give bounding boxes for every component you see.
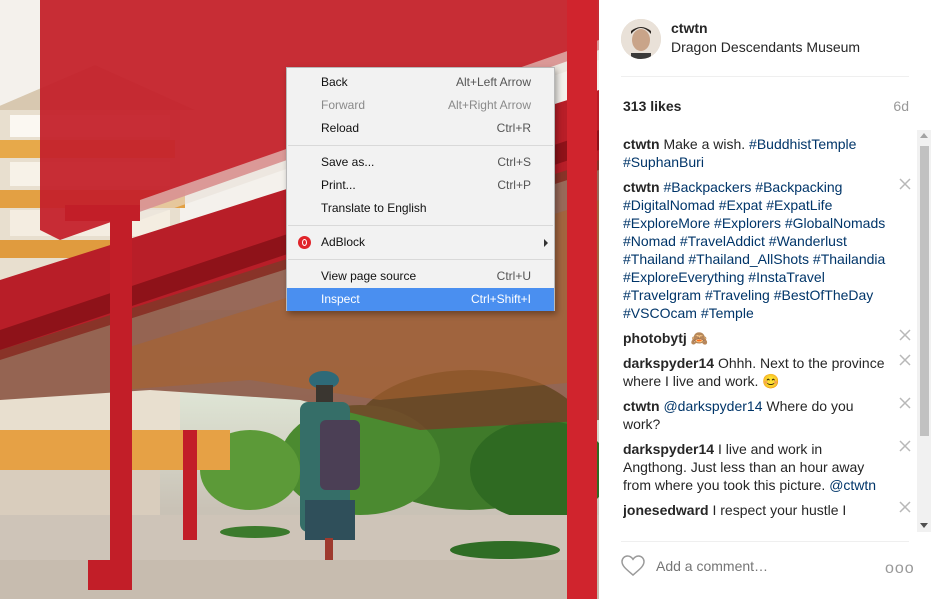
comment-item: ctwtn @darkspyder14 Where do you work?: [623, 397, 915, 433]
menu-item-forward: Forward Alt+Right Arrow: [287, 94, 554, 117]
comment-link[interactable]: #Thailand_AllShots: [688, 251, 809, 267]
menu-item-reload[interactable]: Reload Ctrl+R: [287, 117, 554, 140]
menu-item-label: Save as...: [321, 155, 375, 169]
comment-link[interactable]: #Thailand: [623, 251, 685, 267]
menu-item-label: Inspect: [321, 292, 360, 306]
more-options-button[interactable]: ooo: [885, 560, 915, 578]
comment-link[interactable]: #InstaTravel: [748, 269, 825, 285]
menu-item-label: Reload: [321, 121, 360, 135]
menu-item-shortcut: Ctrl+U: [496, 269, 531, 283]
post-username[interactable]: ctwtn: [671, 20, 708, 36]
comment-link[interactable]: @darkspyder14: [663, 398, 762, 414]
comments-scrollbar[interactable]: [917, 130, 931, 532]
comment-link[interactable]: #DigitalNomad: [623, 197, 715, 213]
comment-item: ctwtn Make a wish. #BuddhistTemple #Suph…: [623, 135, 915, 171]
comment-username[interactable]: darkspyder14: [623, 355, 714, 371]
menu-item-label: View page source: [321, 269, 417, 283]
menu-item-view-page-source[interactable]: View page source Ctrl+U: [287, 265, 554, 288]
comment-username[interactable]: photobytj: [623, 330, 687, 346]
menu-item-inspect[interactable]: Inspect Ctrl+Shift+I: [287, 288, 554, 311]
header-divider: [621, 76, 909, 77]
menu-item-shortcut: Ctrl+P: [497, 178, 531, 192]
comment-username[interactable]: jonesedward: [623, 502, 709, 518]
comment-item: jonesedward I respect your hustle I: [623, 501, 915, 519]
comment-username[interactable]: ctwtn: [623, 398, 660, 414]
heart-icon[interactable]: [621, 555, 645, 577]
comment-link[interactable]: #Temple: [701, 305, 754, 321]
scroll-thumb[interactable]: [920, 146, 929, 436]
footer-divider: [621, 541, 909, 542]
scroll-down-arrow-icon[interactable]: [920, 523, 928, 528]
comment-link[interactable]: #Explorers: [714, 215, 781, 231]
menu-item-save-as[interactable]: Save as... Ctrl+S: [287, 151, 554, 174]
comment-link[interactable]: #VSCOcam: [623, 305, 697, 321]
comment-item: darkspyder14 Ohhh. Next to the province …: [623, 354, 915, 390]
menu-item-back[interactable]: Back Alt+Left Arrow: [287, 71, 554, 94]
comment-username[interactable]: darkspyder14: [623, 441, 714, 457]
menu-item-label: AdBlock: [321, 235, 366, 249]
adblock-icon: [298, 236, 311, 249]
close-icon[interactable]: [899, 354, 911, 366]
menu-item-shortcut: Ctrl+S: [497, 155, 531, 169]
comment-username[interactable]: ctwtn: [623, 179, 660, 195]
comment-link[interactable]: #SuphanBuri: [623, 154, 704, 170]
post-location[interactable]: Dragon Descendants Museum: [671, 39, 860, 55]
comment-link[interactable]: #Backpacking: [755, 179, 842, 195]
post-details-panel: ctwtn Dragon Descendants Museum 313 like…: [599, 0, 931, 599]
comment-link[interactable]: #Travelgram: [623, 287, 701, 303]
menu-item-shortcut: Alt+Left Arrow: [455, 75, 531, 89]
scroll-up-arrow-icon[interactable]: [920, 133, 928, 138]
menu-item-label: Print...: [321, 178, 356, 192]
comment-link[interactable]: #GlobalNomads: [785, 215, 885, 231]
post-age[interactable]: 6d: [893, 98, 909, 114]
comment-item: ctwtn #Backpackers #Backpacking #Digital…: [623, 178, 915, 322]
comment-link[interactable]: @ctwtn: [829, 477, 876, 493]
add-comment-input[interactable]: [656, 558, 866, 574]
comment-item: photobytj 🙈: [623, 329, 915, 347]
menu-item-shortcut: Ctrl+R: [496, 121, 531, 135]
comment-link[interactable]: #ExpatLife: [766, 197, 832, 213]
close-icon[interactable]: [899, 329, 911, 341]
menu-item-shortcut: Alt+Right Arrow: [447, 98, 531, 112]
likes-count[interactable]: 313 likes: [623, 98, 681, 114]
comment-link[interactable]: #Wanderlust: [769, 233, 847, 249]
comment-link[interactable]: #BestOfTheDay: [774, 287, 874, 303]
close-icon[interactable]: [899, 440, 911, 452]
menu-separator: [288, 259, 553, 260]
comment-link[interactable]: #Expat: [719, 197, 763, 213]
comment-username[interactable]: ctwtn: [623, 136, 660, 152]
menu-separator: [288, 225, 553, 226]
comments-list: ctwtn Make a wish. #BuddhistTemple #Suph…: [623, 135, 915, 535]
menu-item-label: Forward: [321, 98, 366, 112]
close-icon[interactable]: [899, 501, 911, 513]
menu-item-print[interactable]: Print... Ctrl+P: [287, 174, 554, 197]
comment-link[interactable]: #ExploreEverything: [623, 269, 744, 285]
comment-link[interactable]: #Thailandia: [813, 251, 885, 267]
comment-item: darkspyder14 I live and work in Angthong…: [623, 440, 915, 494]
comment-link[interactable]: #ExploreMore: [623, 215, 710, 231]
menu-separator: [288, 145, 553, 146]
menu-item-shortcut: Ctrl+Shift+I: [470, 292, 531, 306]
menu-item-translate-to-english[interactable]: Translate to English: [287, 197, 554, 220]
submenu-arrow-icon: [544, 239, 548, 247]
close-icon[interactable]: [899, 397, 911, 409]
avatar[interactable]: [621, 19, 661, 59]
comment-text: I respect your hustle I: [712, 502, 847, 518]
menu-item-label: Back: [321, 75, 348, 89]
comment-link[interactable]: #TravelAddict: [680, 233, 765, 249]
comment-link[interactable]: #Backpackers: [663, 179, 751, 195]
menu-item-label: Translate to English: [321, 201, 427, 215]
comment-link[interactable]: #Nomad: [623, 233, 676, 249]
close-icon[interactable]: [899, 178, 911, 190]
comment-text: Make a wish.: [663, 136, 750, 152]
comment-link[interactable]: #BuddhistTemple: [749, 136, 856, 152]
comment-text: 🙈: [690, 330, 709, 346]
menu-item-adblock[interactable]: AdBlock: [287, 231, 554, 254]
context-menu[interactable]: Back Alt+Left Arrow Forward Alt+Right Arrow…: [286, 67, 555, 311]
comment-link[interactable]: #Traveling: [705, 287, 770, 303]
